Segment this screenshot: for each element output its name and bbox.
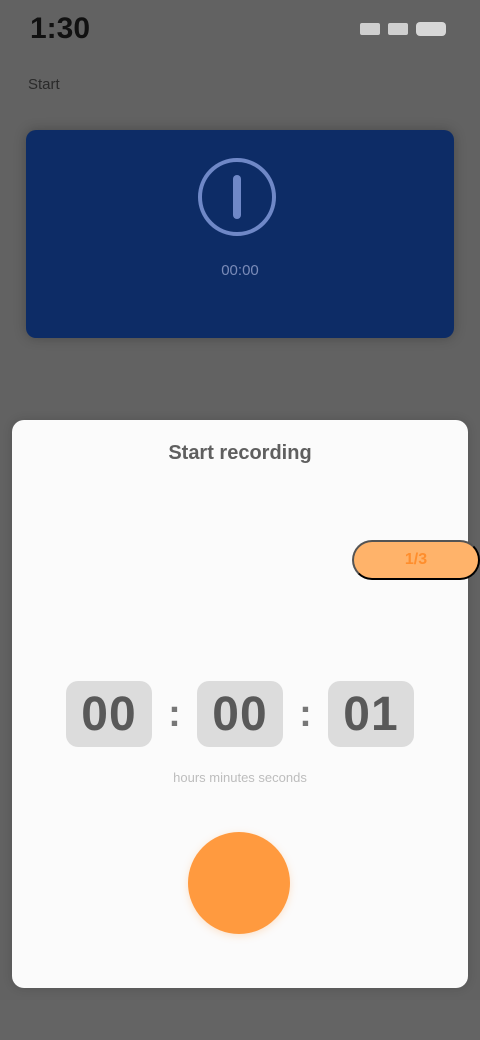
- screen: 1:30 Start 00:00 Start recording 1/3 00 …: [0, 0, 480, 1040]
- sheet-title: Start recording: [168, 442, 312, 464]
- power-icon: [198, 158, 276, 236]
- timer-seconds: 01: [328, 681, 414, 747]
- timer-display: 00 : 00 : 01: [66, 676, 414, 752]
- status-icons: [360, 22, 446, 36]
- battery-icon: [416, 22, 446, 36]
- bottom-band: [0, 1000, 480, 1040]
- wifi-icon: [388, 23, 408, 35]
- timer-minutes: 00: [197, 681, 283, 747]
- status-time: 1:30: [30, 12, 91, 45]
- signal-icon: [360, 23, 380, 35]
- record-button[interactable]: [188, 832, 290, 934]
- page-label: Start: [28, 76, 60, 93]
- timer-separator: :: [299, 692, 312, 735]
- hero-caption: 00:00: [221, 262, 259, 279]
- status-bar: 1:30: [0, 0, 480, 64]
- progress-badge-button[interactable]: 1/3: [352, 540, 480, 580]
- timer-separator: :: [168, 692, 181, 735]
- timer-hours: 00: [66, 681, 152, 747]
- timer-hint: hours minutes seconds: [173, 770, 307, 785]
